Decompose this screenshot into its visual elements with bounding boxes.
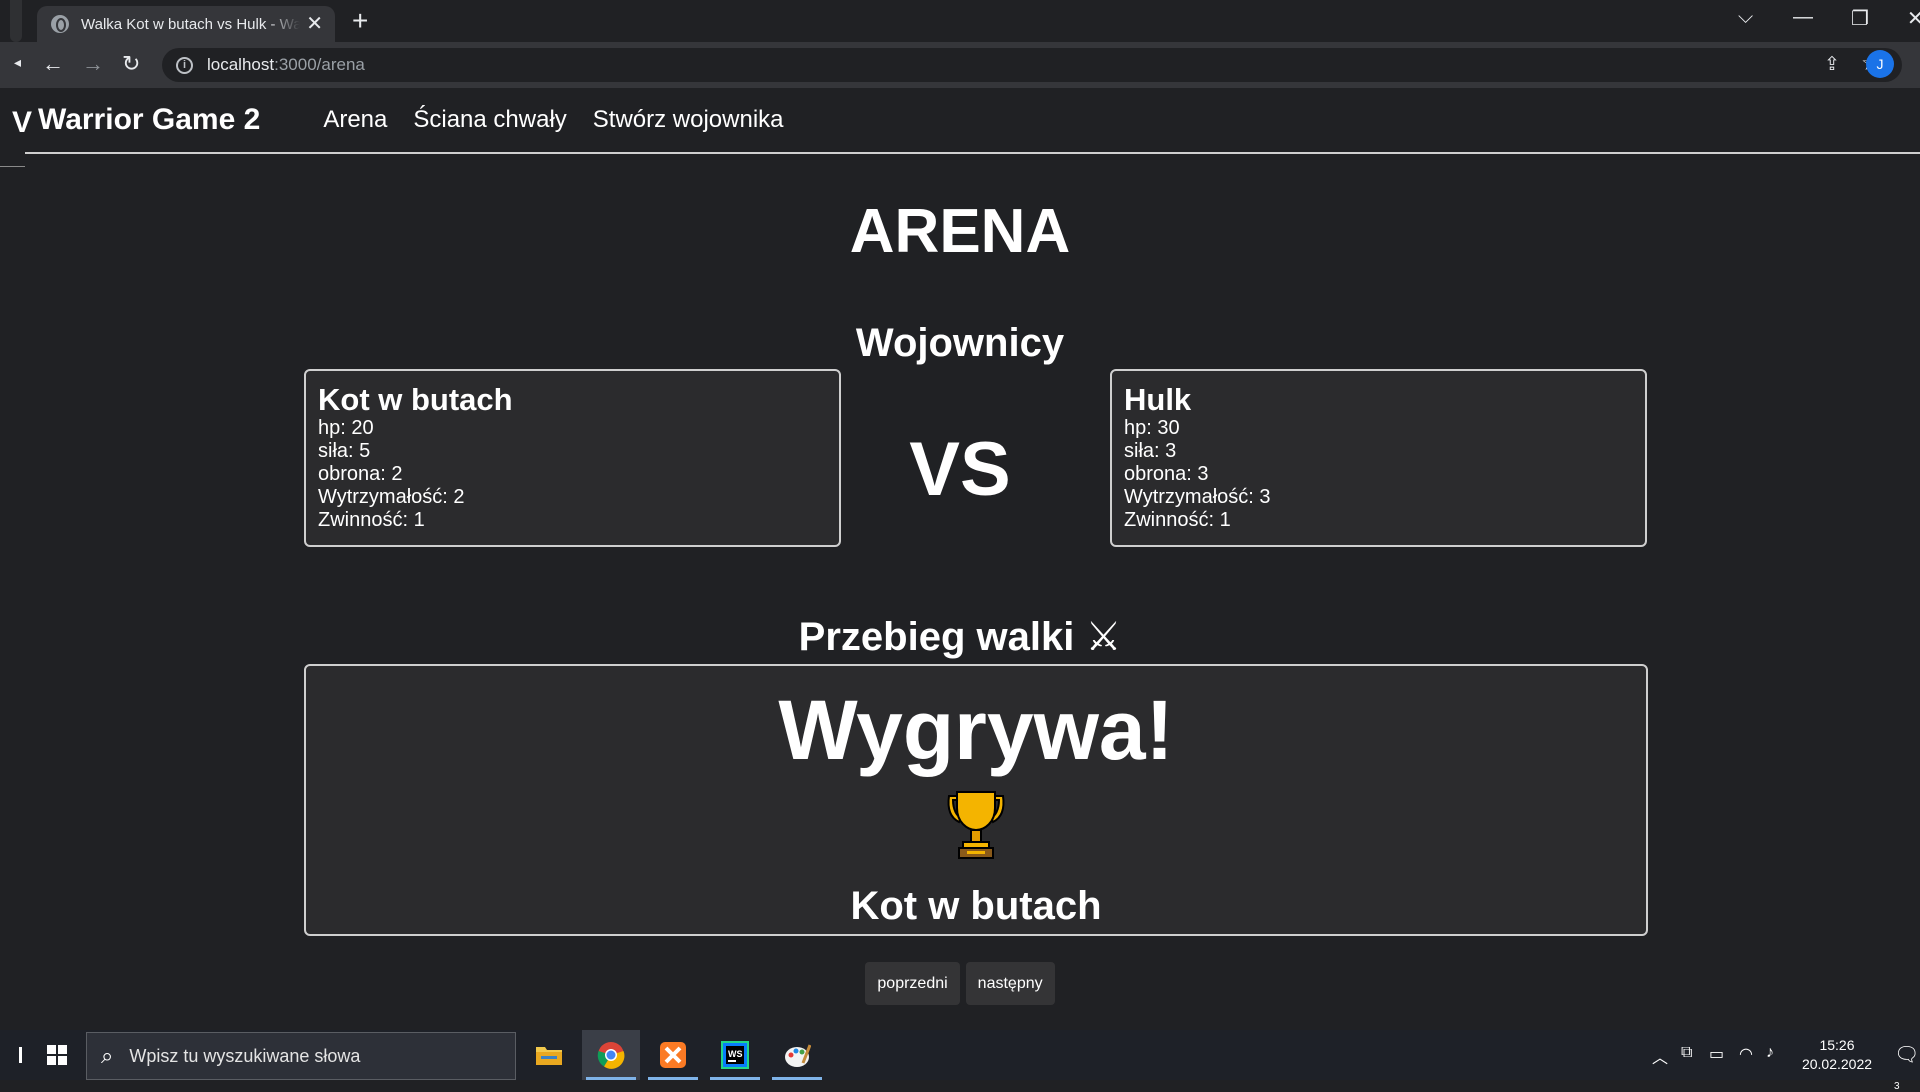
- paint-icon[interactable]: [768, 1030, 826, 1080]
- tab-strip-edge: [10, 0, 22, 42]
- volume-icon[interactable]: ♪: [1766, 1044, 1774, 1062]
- previous-button[interactable]: poprzedni: [865, 962, 960, 1005]
- share-icon[interactable]: ⇪: [1824, 53, 1840, 76]
- webstorm-icon[interactable]: WS: [706, 1030, 764, 1080]
- battery-icon[interactable]: ▭: [1709, 1044, 1724, 1064]
- clock-date: 20.02.2022: [1801, 1056, 1873, 1072]
- browser-toolbar: ◂ ← → ↻ i localhost:3000/arena ⇪ ☆ J ⋮: [0, 42, 1920, 88]
- brand-title[interactable]: Warrior Game 2: [38, 103, 260, 137]
- profile-avatar[interactable]: J: [1866, 50, 1894, 78]
- tab-title: Walka Kot w butach vs Hulk - Warrior Gam…: [81, 15, 301, 33]
- warrior-name: Hulk: [1124, 382, 1192, 417]
- battle-result-panel: Wygrywa! Kot w butach: [304, 664, 1648, 936]
- warrior-strength: siła: 3: [1124, 440, 1177, 462]
- winner-announcement: Wygrywa!: [778, 683, 1174, 777]
- windows-taskbar: ⌕ Wpisz tu wyszukiwane słowa WS ︿ ⧉ ▭ ◠ …: [0, 1030, 1920, 1092]
- browser-tabstrip: Walka Kot w butach vs Hulk - Warrior Gam…: [0, 0, 1920, 42]
- warriors-heading: Wojownicy: [855, 321, 1065, 365]
- minimize-button[interactable]: —: [1793, 6, 1813, 29]
- svg-text:WS: WS: [728, 1049, 743, 1059]
- warrior-hp: hp: 30: [1124, 417, 1180, 439]
- scroll-left-icon[interactable]: ◂: [14, 54, 21, 71]
- battle-pager: poprzedni następny: [0, 962, 1920, 1005]
- back-button[interactable]: ←: [42, 51, 64, 77]
- warrior-endurance: Wytrzymałość: 3: [1124, 486, 1271, 508]
- nav-links: Arena Ściana chwały Stwórz wojownika: [323, 106, 809, 134]
- page-title: ARENA: [849, 197, 1071, 266]
- taskbar-search-input[interactable]: ⌕ Wpisz tu wyszukiwane słowa: [86, 1032, 516, 1080]
- nav-link-create-warrior[interactable]: Stwórz wojownika: [593, 106, 784, 134]
- app-navbar: Warrior Game 2 Arena Ściana chwały Stwór…: [25, 88, 1920, 154]
- meet-now-icon[interactable]: ⧉: [1681, 1044, 1692, 1062]
- nav-link-arena[interactable]: Arena: [323, 106, 387, 134]
- warrior-card-right: Hulk hp: 30 siła: 3 obrona: 3 Wytrzymało…: [1110, 369, 1647, 547]
- battle-log-heading: Przebieg walki ⚔: [798, 615, 1122, 659]
- notification-count: 3: [1894, 1081, 1900, 1092]
- browser-tab-active[interactable]: Walka Kot w butach vs Hulk - Warrior Gam…: [37, 6, 335, 42]
- tab-search-chevron-icon[interactable]: ⌵: [1738, 6, 1753, 29]
- address-bar[interactable]: i localhost:3000/arena ⇪ ☆: [162, 48, 1902, 82]
- warrior-agility: Zwinność: 1: [1124, 509, 1231, 531]
- new-tab-button[interactable]: +: [352, 7, 368, 35]
- next-button[interactable]: następny: [965, 962, 1055, 1005]
- url-text[interactable]: localhost:3000/arena: [207, 55, 365, 75]
- clipped-divider: [0, 166, 25, 167]
- file-explorer-icon[interactable]: [520, 1030, 578, 1080]
- restore-button[interactable]: ❐: [1851, 6, 1869, 31]
- warrior-name: Kot w butach: [318, 382, 513, 417]
- xampp-icon[interactable]: [644, 1030, 702, 1080]
- forward-button[interactable]: →: [82, 51, 104, 77]
- clock-time: 15:26: [1819, 1037, 1855, 1053]
- chrome-icon[interactable]: [582, 1030, 640, 1080]
- search-icon: ⌕: [101, 1043, 114, 1068]
- wifi-icon[interactable]: ◠: [1739, 1044, 1753, 1064]
- browser-menu-icon[interactable]: ⋮: [1911, 50, 1920, 76]
- warrior-defense: obrona: 3: [1124, 463, 1209, 485]
- site-info-icon[interactable]: i: [176, 56, 193, 74]
- url-host: localhost: [207, 55, 275, 74]
- notifications-icon[interactable]: 🗨3: [1894, 1042, 1920, 1092]
- trophy-icon: [306, 790, 1646, 860]
- url-path: :3000/arena: [274, 55, 365, 74]
- system-clock[interactable]: 15:26 20.02.2022: [1792, 1036, 1882, 1074]
- search-placeholder: Wpisz tu wyszukiwane słowa: [129, 1045, 361, 1066]
- globe-icon: [51, 15, 69, 33]
- winner-name: Kot w butach: [850, 884, 1102, 928]
- tray-chevron-up-icon[interactable]: ︿: [1652, 1044, 1668, 1068]
- nav-link-hall-of-fame[interactable]: Ściana chwały: [413, 106, 566, 134]
- reload-button[interactable]: ↻: [122, 51, 140, 77]
- page-viewport: V Warrior Game 2 Arena Ściana chwały Stw…: [0, 88, 1920, 1030]
- window-close-button[interactable]: ✕: [1907, 6, 1920, 31]
- taskbar-edge: [19, 1047, 22, 1063]
- windows-start-icon[interactable]: [47, 1045, 67, 1065]
- tab-close-button[interactable]: ✕: [306, 14, 323, 34]
